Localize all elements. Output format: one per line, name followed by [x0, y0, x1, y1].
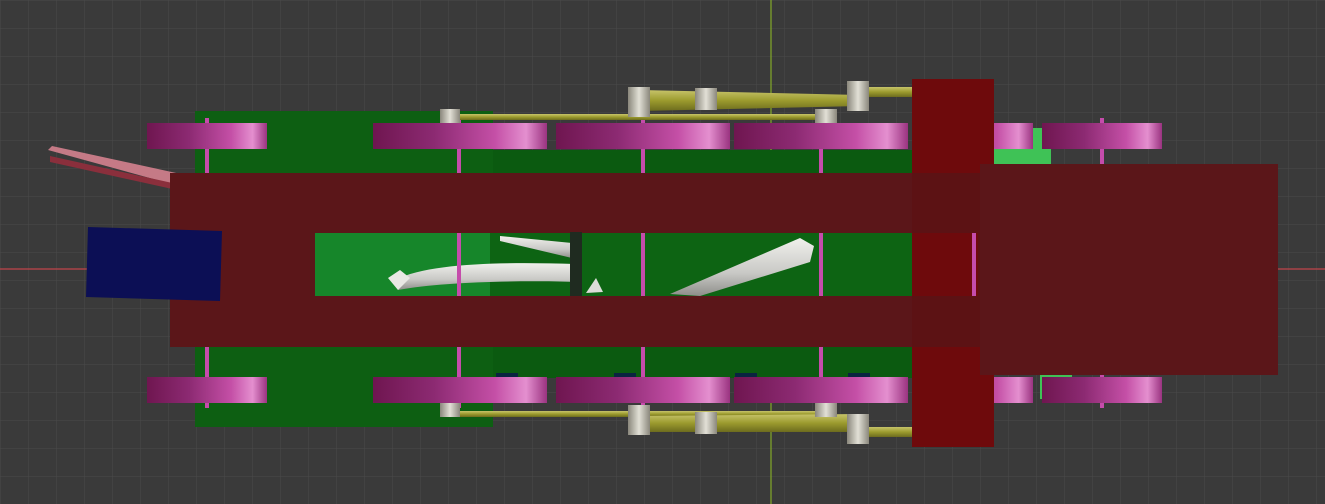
shaft-window [641, 233, 645, 296]
viewport-canvas[interactable] [0, 0, 1325, 504]
bolt [695, 88, 717, 110]
gear [147, 377, 267, 403]
gear [147, 123, 267, 149]
marker [614, 373, 636, 377]
marker [496, 373, 518, 377]
link-rod [866, 427, 912, 437]
navy-block [86, 227, 222, 301]
bolt [815, 403, 837, 417]
bolt [815, 109, 837, 123]
shaft-window [457, 233, 461, 296]
gear [556, 377, 730, 403]
pipe-bracket [570, 232, 582, 296]
gear [373, 123, 547, 149]
gear [556, 123, 730, 149]
bolt [847, 414, 869, 444]
bolt [847, 81, 869, 111]
bolt [628, 87, 650, 117]
bolt [440, 109, 460, 123]
gear [1042, 377, 1162, 403]
gear [373, 377, 547, 403]
marker [735, 373, 757, 377]
bolt [628, 405, 650, 435]
bolt [695, 412, 717, 434]
center-window-block [912, 233, 978, 296]
shaft-window [819, 233, 823, 296]
chassis-rear-block [980, 164, 1278, 375]
shaft-window [972, 233, 976, 296]
marker [848, 373, 870, 377]
bolt [440, 403, 460, 417]
gear [1042, 123, 1162, 149]
3d-viewport[interactable] [0, 0, 1325, 504]
gear [734, 377, 908, 403]
gear [734, 123, 908, 149]
link-rod [866, 87, 912, 97]
